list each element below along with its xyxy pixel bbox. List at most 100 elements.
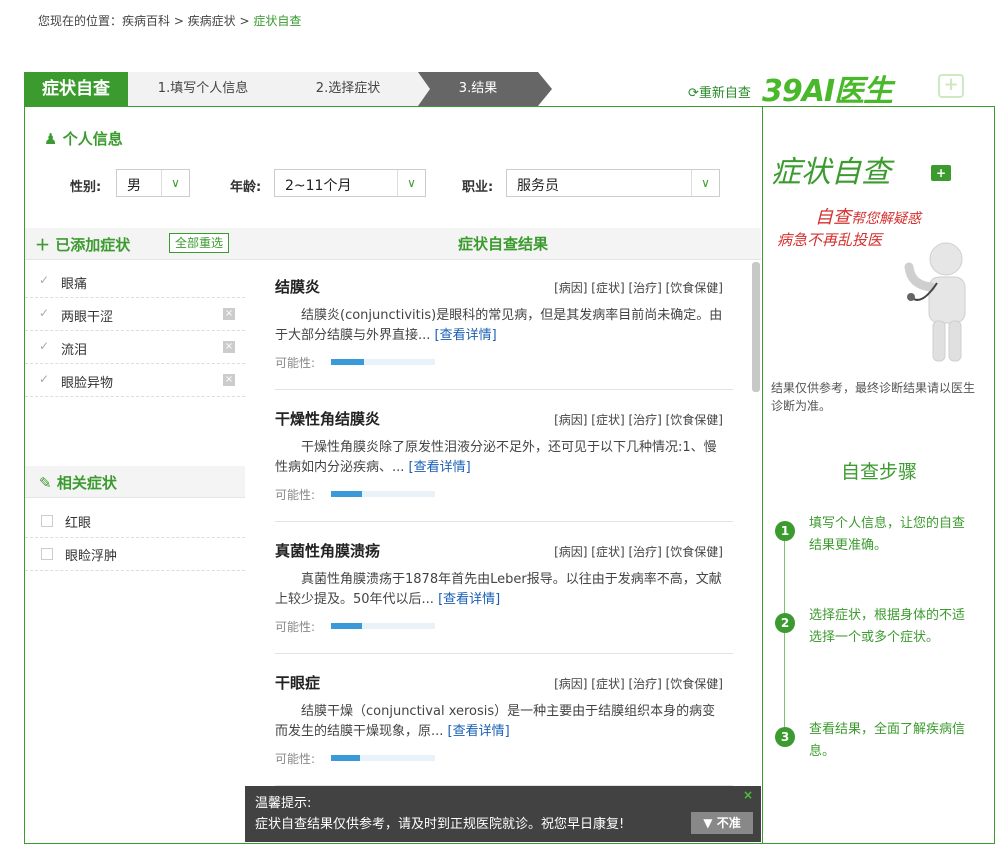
- step-result[interactable]: 3.结果: [418, 72, 538, 106]
- medical-kit-icon: +: [931, 165, 951, 181]
- added-symptom-item[interactable]: ✓ 眼痛: [25, 265, 245, 298]
- age-value: 2~11个月: [285, 178, 352, 194]
- plus-icon: ＋: [35, 236, 51, 254]
- job-select[interactable]: 服务员 ∨: [506, 169, 720, 197]
- step-number: 2: [775, 613, 795, 633]
- step-bar: 症状自查 1.填写个人信息 2.选择症状 3.结果: [24, 72, 764, 106]
- related-symptom-name: 眼睑浮肿: [65, 549, 118, 564]
- added-symptom-item[interactable]: ✓ 两眼干涩 ×: [25, 298, 245, 331]
- view-detail-link[interactable]: [查看详情]: [409, 460, 471, 475]
- added-symptom-item[interactable]: ✓ 眼脸异物 ×: [25, 364, 245, 397]
- disease-links[interactable]: [病因] [症状] [治疗] [饮食保健]: [554, 279, 723, 296]
- results-list: 结膜炎 [病因] [症状] [治疗] [饮食保健] 结膜炎(conjunctiv…: [245, 260, 761, 844]
- symptom-name: 流泪: [61, 343, 88, 358]
- age-select[interactable]: 2~11个月 ∨: [274, 169, 426, 197]
- disease-name[interactable]: 干眼症: [275, 672, 320, 693]
- restart-label: 重新自查: [698, 86, 751, 101]
- related-symptom-item[interactable]: 红眼: [25, 505, 245, 538]
- check-icon: ✓: [39, 372, 50, 386]
- restart-button[interactable]: ⟳重新自查: [688, 82, 751, 101]
- job-label: 职业:: [462, 180, 494, 195]
- inaccurate-button[interactable]: ▼ 不准: [691, 812, 753, 834]
- symptom-name: 眼脸异物: [61, 376, 114, 391]
- result-item: 结膜炎 [病因] [症状] [治疗] [饮食保健] 结膜炎(conjunctiv…: [275, 260, 733, 390]
- view-detail-link[interactable]: [查看详情]: [438, 592, 500, 607]
- symptom-name: 两眼干涩: [61, 310, 114, 325]
- check-icon: ✓: [39, 273, 50, 287]
- check-icon: ✓: [39, 306, 50, 320]
- result-item: 干眼症 [病因] [症状] [治疗] [饮食保健] 结膜干燥（conjuncti…: [275, 656, 733, 786]
- step-fill-info[interactable]: 1.填写个人信息: [128, 72, 278, 106]
- person-icon: ♟: [44, 130, 58, 148]
- probability-label: 可能性:: [275, 488, 316, 502]
- desc-text: 结膜炎(conjunctivitis)是眼科的常见病，但是其发病率目前尚未确定。…: [275, 308, 723, 343]
- remove-icon[interactable]: ×: [223, 341, 235, 353]
- disease-desc: 结膜干燥（conjunctival xerosis）是一种主要由于结膜组织本身的…: [275, 702, 725, 742]
- probability-bar: [331, 491, 435, 497]
- probability-bar: [331, 359, 435, 365]
- breadcrumb-path[interactable]: 您现在的位置：疾病百科 > 疾病症状 >: [38, 14, 253, 28]
- results-title: 症状自查结果: [245, 228, 761, 260]
- symptom-check-tab[interactable]: 症状自查: [24, 72, 128, 106]
- disease-links[interactable]: [病因] [症状] [治疗] [饮食保健]: [554, 675, 723, 692]
- gender-label: 性别:: [70, 180, 102, 195]
- probability-fill: [331, 359, 365, 365]
- right-sidebar: 症状自查 + 自查帮您解疑惑 病急不再乱投医 结果仅供参考，最终诊断结果请以医生…: [762, 107, 994, 843]
- view-detail-link[interactable]: [查看详情]: [448, 724, 510, 739]
- related-symptoms-header: ✎ 相关症状: [25, 466, 245, 498]
- personal-info-label: 个人信息: [62, 130, 123, 148]
- probability-label: 可能性:: [275, 620, 316, 634]
- tip-message: 症状自查结果仅供参考，请及时到正规医院就诊。祝您早日康复!: [255, 817, 625, 832]
- remove-icon[interactable]: ×: [223, 374, 235, 386]
- chevron-down-icon: ∨: [397, 170, 425, 196]
- disease-name[interactable]: 真菌性角膜溃疡: [275, 540, 380, 561]
- refresh-icon: ⟳: [688, 86, 699, 101]
- medical-kit-icon: +: [938, 74, 964, 98]
- step-text: 查看结果，全面了解疾病信息。: [809, 722, 966, 759]
- steps-timeline-line: [784, 537, 785, 747]
- related-symptom-name: 红眼: [65, 516, 92, 531]
- age-label: 年龄:: [230, 180, 262, 195]
- gender-value: 男: [127, 178, 141, 194]
- results-scrollbar[interactable]: [752, 262, 760, 392]
- added-symptoms-title: 已添加症状: [55, 236, 131, 254]
- related-symptoms-title: 相关症状: [56, 474, 117, 492]
- step-number: 3: [775, 727, 795, 747]
- sidebar-title: 症状自查: [771, 155, 891, 190]
- gender-select[interactable]: 男 ∨: [116, 169, 190, 197]
- result-item: 干燥性角结膜炎 [病因] [症状] [治疗] [饮食保健] 干燥性角膜炎除了原发…: [275, 392, 733, 522]
- step-select-symptoms[interactable]: 2.选择症状: [278, 72, 418, 106]
- added-symptom-item[interactable]: ✓ 流泪 ×: [25, 331, 245, 364]
- breadcrumb: 您现在的位置：疾病百科 > 疾病症状 > 症状自查: [38, 12, 301, 29]
- probability-label: 可能性:: [275, 356, 316, 370]
- remove-icon[interactable]: ×: [223, 308, 235, 320]
- disease-name[interactable]: 干燥性角结膜炎: [275, 408, 380, 429]
- slogan-rest: 帮您解疑惑: [851, 211, 921, 227]
- chevron-down-icon: ∨: [161, 170, 189, 196]
- disease-desc: 干燥性角膜炎除了原发性泪液分泌不足外，还可见于以下几种情况:1、慢性病如内分泌疾…: [275, 438, 725, 478]
- probability-fill: [331, 623, 363, 629]
- view-detail-link[interactable]: [查看详情]: [435, 328, 497, 343]
- related-symptom-item[interactable]: 眼睑浮肿: [25, 538, 245, 571]
- chevron-down-icon: ∨: [691, 170, 719, 196]
- slogan-em: 自查: [815, 207, 851, 228]
- job-value: 服务员: [517, 178, 559, 194]
- tip-heading: 温馨提示:: [255, 796, 312, 811]
- disease-desc: 结膜炎(conjunctivitis)是眼科的常见病，但是其发病率目前尚未确定。…: [275, 306, 725, 346]
- checkbox[interactable]: [41, 515, 53, 527]
- result-item: 真菌性角膜溃疡 [病因] [症状] [治疗] [饮食保健] 真菌性角膜溃疡于18…: [275, 524, 733, 654]
- pill-icon: ✎: [39, 474, 52, 492]
- checkbox[interactable]: [41, 548, 53, 560]
- disease-name[interactable]: 结膜炎: [275, 276, 320, 297]
- reset-all-button[interactable]: 全部重选: [169, 233, 229, 253]
- sidebar-slogan: 自查帮您解疑惑: [815, 203, 921, 229]
- disease-links[interactable]: [病因] [症状] [治疗] [饮食保健]: [554, 411, 723, 428]
- thumbs-down-icon: ▼: [703, 816, 713, 830]
- step-number: 1: [775, 521, 795, 541]
- sidebar-slogan-2: 病急不再乱投医: [777, 231, 883, 249]
- disease-links[interactable]: [病因] [症状] [治疗] [饮食保健]: [554, 543, 723, 560]
- close-icon[interactable]: ×: [743, 788, 753, 802]
- probability-bar: [331, 623, 435, 629]
- steps-title: 自查步骤: [840, 461, 917, 483]
- tip-banner: 温馨提示: 症状自查结果仅供参考，请及时到正规医院就诊。祝您早日康复! × ▼ …: [245, 786, 761, 842]
